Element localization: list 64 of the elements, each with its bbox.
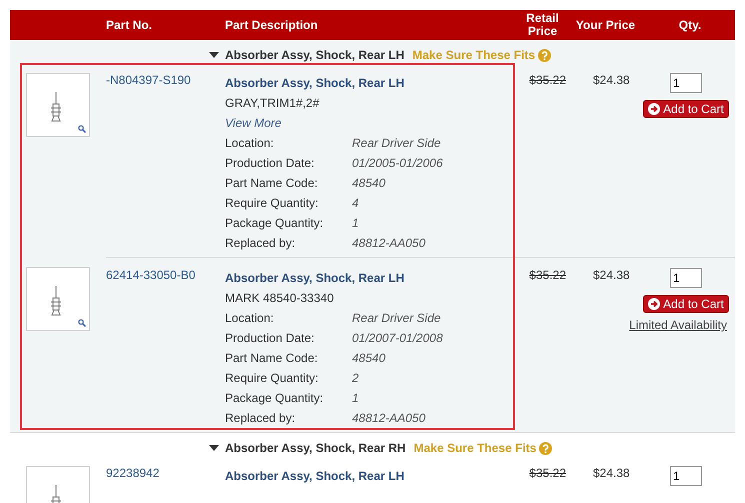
- quantity-field[interactable]: 1: [670, 466, 702, 486]
- retail-price: $35.22: [529, 466, 566, 480]
- arrow-circle-icon: [648, 103, 660, 115]
- spec-label: Location:: [225, 310, 275, 327]
- spec-value: 01/2005-01/2006: [352, 155, 443, 172]
- zoom-icon[interactable]: [78, 319, 86, 327]
- collapse-triangle-icon[interactable]: [209, 52, 219, 58]
- spec-label: Part Name Code:: [225, 350, 319, 367]
- spec-value: 01/2007-01/2008: [352, 330, 443, 347]
- spec-value: 48812-AA050: [352, 235, 426, 252]
- column-header: Your Price: [574, 18, 636, 32]
- part-number-link[interactable]: 92238942: [106, 466, 160, 480]
- group-title: Absorber Assy, Shock, Rear LH: [225, 48, 404, 62]
- shock-absorber-icon: [49, 286, 63, 316]
- column-header: Qty.: [678, 18, 702, 32]
- column-header: Retail Price: [525, 12, 560, 38]
- spec-value: 1: [352, 390, 359, 407]
- spec-label: Production Date:: [225, 155, 316, 172]
- spec-value: 48540: [352, 175, 386, 192]
- spec-label: Replaced by:: [225, 235, 296, 252]
- part-number-link[interactable]: -N804397-S190: [106, 73, 191, 87]
- spec-value: 2: [352, 370, 359, 387]
- view-more-link[interactable]: View More: [225, 113, 515, 133]
- quantity-field[interactable]: 1: [670, 73, 702, 93]
- collapse-triangle-icon[interactable]: [209, 445, 219, 451]
- part-name-link[interactable]: Absorber Assy, Shock, Rear LH: [225, 466, 515, 486]
- availability-link[interactable]: Limited Availability: [629, 318, 727, 332]
- retail-price: $35.22: [529, 73, 566, 87]
- spec-label: Replaced by:: [225, 410, 296, 427]
- part-note: MARK 48540-33340: [225, 290, 335, 307]
- add-to-cart-button[interactable]: Add to Cart: [643, 295, 729, 313]
- help-icon[interactable]: [539, 442, 552, 454]
- add-to-cart-button[interactable]: Add to Cart: [643, 100, 729, 118]
- part-thumbnail[interactable]: [26, 73, 90, 137]
- your-price: $24.38: [593, 466, 630, 480]
- part-name-link[interactable]: Absorber Assy, Shock, Rear LH: [225, 73, 515, 93]
- spec-label: Package Quantity:: [225, 390, 324, 407]
- spec-label: Package Quantity:: [225, 215, 324, 232]
- spec-value: 4: [352, 195, 359, 212]
- spec-value: 48812-AA050: [352, 410, 426, 427]
- spec-label: Location:: [225, 135, 275, 152]
- your-price: $24.38: [593, 268, 630, 282]
- spec-label: Production Date:: [225, 330, 316, 347]
- arrow-circle-icon: [648, 298, 660, 310]
- help-icon[interactable]: [538, 48, 552, 62]
- column-header: Part No.: [106, 18, 154, 32]
- part-number-link[interactable]: 62414-33050-B0: [106, 268, 196, 282]
- spec-value: Rear Driver Side: [352, 135, 441, 152]
- column-header: Part Description: [225, 18, 319, 32]
- spec-label: Require Quantity:: [225, 195, 320, 212]
- quantity-field[interactable]: 1: [670, 268, 702, 288]
- spec-value: Rear Driver Side: [352, 310, 441, 327]
- shock-absorber-icon: [49, 92, 63, 122]
- spec-label: Require Quantity:: [225, 370, 320, 387]
- group-title: Absorber Assy, Shock, Rear RH: [225, 441, 406, 455]
- part-note: GRAY,TRIM1#,2#: [225, 95, 320, 112]
- spec-label: Part Name Code:: [225, 175, 319, 192]
- part-thumbnail[interactable]: [26, 267, 90, 331]
- spec-value: 48540: [352, 350, 386, 367]
- spec-value: 1: [352, 215, 359, 232]
- retail-price: $35.22: [529, 268, 566, 282]
- zoom-icon[interactable]: [78, 125, 86, 133]
- your-price: $24.38: [593, 73, 630, 87]
- part-name-link[interactable]: Absorber Assy, Shock, Rear LH: [225, 268, 515, 288]
